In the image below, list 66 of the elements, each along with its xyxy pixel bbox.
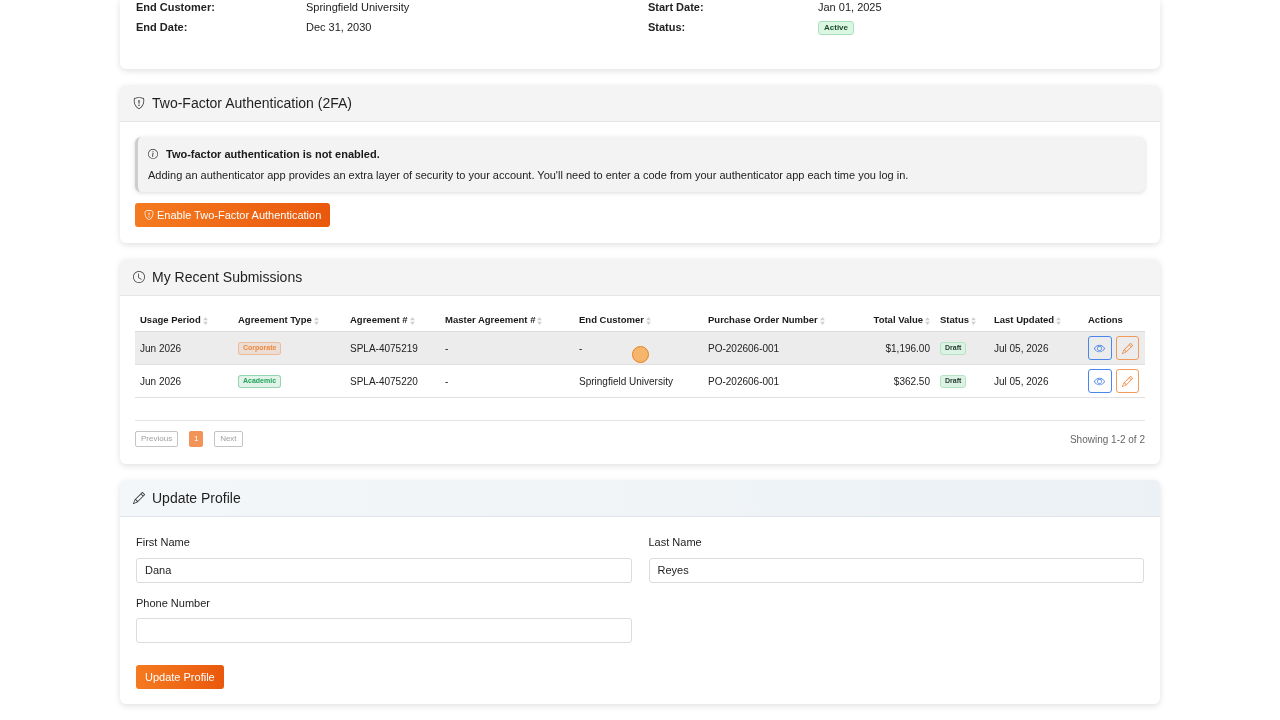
input-field[interactable]: Reyes (648, 557, 1144, 583)
sort-icon[interactable] (925, 316, 930, 325)
column-header[interactable]: Master Agreement # (445, 313, 543, 328)
table-cell-text: Springfield University (579, 374, 673, 389)
card-title: My Recent Submissions (152, 267, 303, 287)
info-icon (148, 149, 158, 159)
card-title: Two-Factor Authentication (2FA) (152, 93, 352, 113)
card-title: Update Profile (152, 488, 241, 508)
sort-icon[interactable] (1056, 316, 1062, 325)
input-field[interactable]: Dana (136, 557, 632, 583)
shield-icon (144, 210, 154, 220)
input-field[interactable] (136, 618, 632, 643)
column-header[interactable]: End Customer (579, 313, 651, 328)
column-header[interactable]: Purchase Order Number (708, 313, 825, 328)
view-button[interactable] (1088, 336, 1112, 360)
field-label: End Customer: (136, 0, 216, 16)
table-cell-text: $1,196.00 (885, 341, 930, 356)
column-header[interactable]: Agreement Type (238, 313, 319, 328)
pencil-icon (133, 492, 145, 504)
table-cell-text: SPLA-4075219 (350, 341, 418, 356)
table-cell-text: SPLA-4075220 (350, 374, 418, 389)
status-badge: Active (818, 20, 854, 35)
column-header[interactable]: Status (940, 313, 977, 328)
eye-icon (1094, 342, 1106, 354)
field-label: First Name (136, 535, 190, 550)
column-header[interactable]: Last Updated (994, 313, 1062, 328)
table-cell-text: Jul 05, 2026 (994, 374, 1049, 389)
sort-icon[interactable] (971, 316, 977, 325)
sort-icon[interactable] (645, 316, 651, 325)
sort-icon[interactable] (537, 316, 543, 325)
pencil-icon (1121, 342, 1133, 354)
field-label: Last Name (648, 535, 702, 550)
field-label: Status: (648, 20, 687, 36)
view-button[interactable] (1088, 369, 1112, 393)
alert-message: Adding an authenticator app provides an extra layer of security to your account. You'll need to enter a code from your authenticator app each time you log in. (148, 168, 910, 182)
edit-button[interactable] (1115, 336, 1139, 360)
pencil-icon (1121, 375, 1133, 387)
table-cell-text: Jun 2026 (140, 374, 182, 389)
field-label: Start Date: (648, 0, 705, 16)
table-cell-text: - (445, 341, 449, 356)
sort-icon[interactable] (202, 316, 208, 325)
sort-icon[interactable] (409, 316, 415, 325)
column-header[interactable]: Total Value (873, 313, 930, 328)
table-cell-text: PO-202606-001 (708, 341, 780, 356)
table-cell-text: Jun 2026 (140, 341, 182, 356)
column-header[interactable]: Usage Period (140, 313, 208, 328)
edit-button[interactable] (1115, 369, 1139, 393)
shield-icon (133, 97, 145, 109)
alert-heading: Two-factor authentication is not enabled. (166, 147, 380, 161)
results-summary: Showing 1-2 of 2 (1069, 432, 1145, 447)
table-cell-text: PO-202606-001 (708, 374, 780, 389)
table-cell-text: $362.50 (893, 374, 930, 389)
field-value: Springfield University (306, 0, 410, 16)
table-cell-text: - (445, 374, 449, 389)
field-label: Phone Number (136, 595, 210, 611)
sort-icon[interactable] (313, 316, 319, 325)
table-cell-text: - (579, 341, 583, 356)
field-value: Jan 01, 2025 (818, 0, 882, 16)
table-cell-text: Jul 05, 2026 (994, 341, 1049, 356)
column-header: Actions (1088, 313, 1123, 328)
column-header[interactable]: Agreement # (350, 313, 415, 328)
sort-icon[interactable] (819, 316, 825, 325)
field-label: End Date: (136, 20, 189, 36)
eye-icon (1094, 375, 1106, 387)
field-value: Dec 31, 2030 (306, 20, 372, 36)
clock-icon (133, 271, 145, 283)
